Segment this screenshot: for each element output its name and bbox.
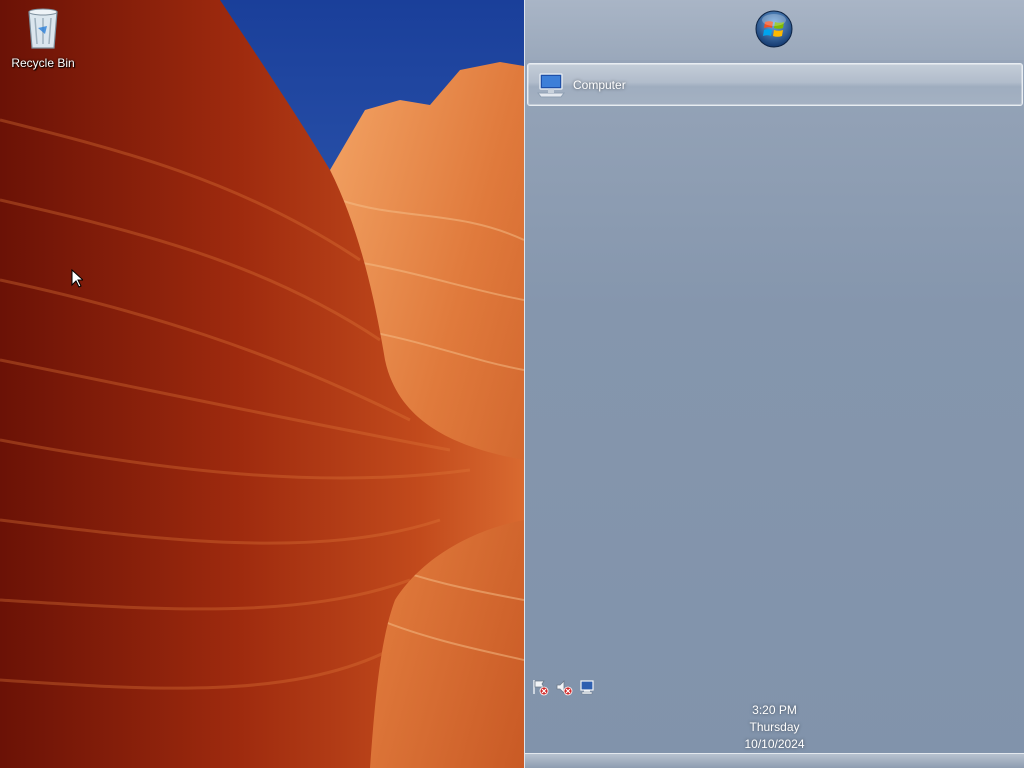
notification-area bbox=[531, 678, 597, 698]
taskbar-clock[interactable]: 3:20 PM Thursday 10/10/2024 bbox=[525, 702, 1024, 753]
clock-day: Thursday bbox=[749, 720, 800, 734]
show-desktop-button[interactable] bbox=[525, 753, 1024, 768]
start-button[interactable] bbox=[755, 10, 793, 48]
mouse-pointer-icon bbox=[71, 269, 83, 288]
taskbar-button-computer[interactable]: Computer bbox=[527, 63, 1023, 106]
clock-date: 10/10/2024 bbox=[744, 737, 805, 751]
windows-orb-icon bbox=[755, 10, 793, 48]
computer-icon bbox=[536, 71, 566, 99]
recycle-bin-icon bbox=[23, 6, 63, 52]
recycle-bin-label: Recycle Bin bbox=[11, 56, 75, 70]
wallpaper-image bbox=[0, 0, 524, 768]
clock-time: 3:20 PM bbox=[752, 703, 797, 717]
action-center-flag-icon[interactable] bbox=[531, 678, 549, 696]
recycle-bin-shortcut[interactable]: Recycle Bin bbox=[6, 6, 80, 76]
start-area bbox=[525, 0, 1024, 60]
taskbar: Computer 3:20 PM Thursday 10/10/2024 bbox=[524, 0, 1024, 768]
network-icon[interactable] bbox=[579, 678, 597, 696]
taskbar-button-label: Computer bbox=[573, 78, 626, 92]
volume-muted-icon[interactable] bbox=[555, 678, 573, 696]
desktop[interactable]: Recycle Bin bbox=[0, 0, 524, 768]
